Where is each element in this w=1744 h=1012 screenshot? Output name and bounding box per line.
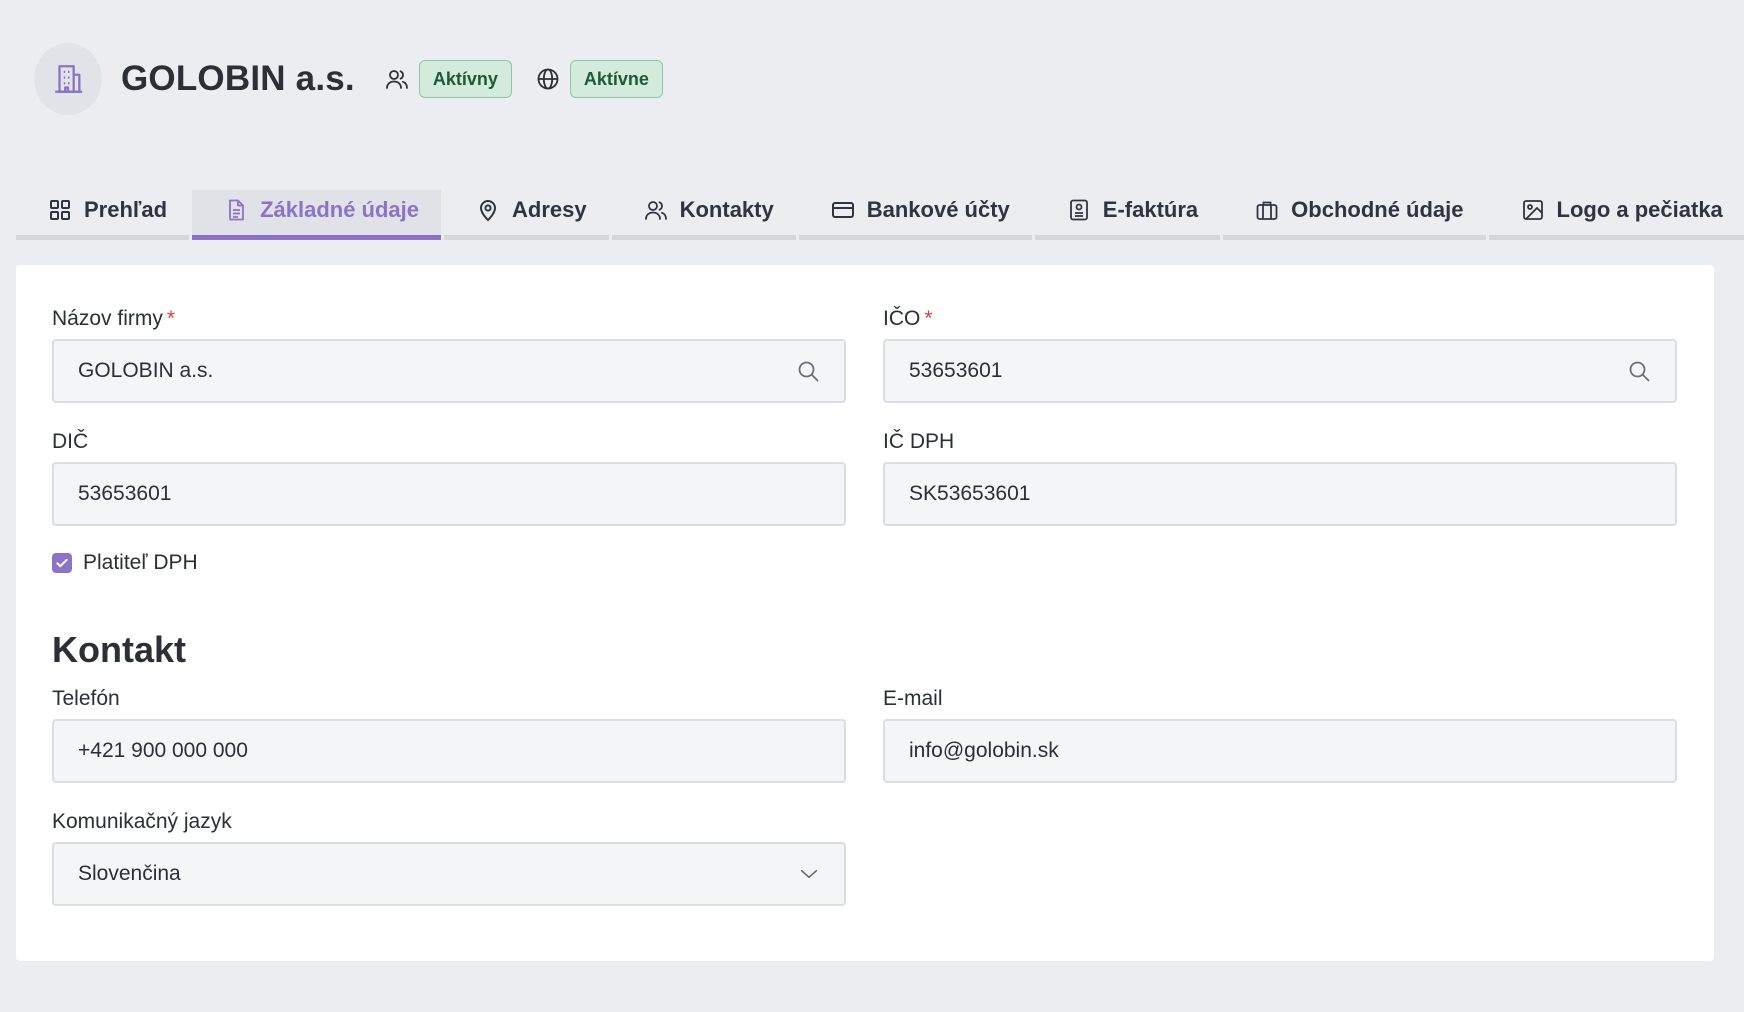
credit-card-icon — [831, 198, 855, 222]
input-value: info@golobin.sk — [909, 739, 1059, 762]
status-badge-active: Aktívny — [418, 60, 512, 98]
input-value: 53653601 — [78, 482, 172, 505]
input-value: SK53653601 — [909, 482, 1031, 505]
image-icon — [1521, 198, 1545, 222]
grid-icon — [48, 198, 72, 222]
company-name-label: Názov firmy * — [52, 307, 175, 331]
phone-label: Telefón — [52, 687, 120, 710]
ic-dph-input[interactable]: SK53653601 — [883, 462, 1677, 526]
basic-info-card: Názov firmy * GOLOBIN a.s. IČO * 53653601 … — [16, 265, 1714, 961]
page-title: GOLOBIN a.s. — [121, 59, 355, 98]
tab-obchodne-udaje[interactable]: Obchodné údaje — [1223, 190, 1486, 240]
tab-prehlad[interactable]: Prehľad — [16, 190, 190, 240]
vat-payer-checkbox[interactable] — [52, 553, 72, 573]
input-value: GOLOBIN a.s. — [78, 359, 214, 382]
document-icon — [224, 198, 248, 222]
vat-payer-row: Platiteľ DPH — [52, 551, 198, 575]
check-icon — [56, 558, 68, 568]
tab-e-faktura[interactable]: E-faktúra — [1034, 190, 1221, 240]
tab-label: Obchodné údaje — [1291, 196, 1464, 222]
required-mark: * — [166, 307, 176, 330]
tab-label: Logo a pečiatka — [1556, 196, 1723, 222]
vat-payer-label: Platiteľ DPH — [83, 551, 198, 574]
status-badge-web-active: Aktívne — [569, 60, 663, 98]
email-input[interactable]: info@golobin.sk — [883, 719, 1677, 783]
users-icon — [644, 198, 668, 222]
company-avatar — [34, 43, 102, 115]
tab-adresy[interactable]: Adresy — [444, 190, 609, 240]
phone-input[interactable]: +421 900 000 000 — [52, 719, 846, 783]
tab-label: Prehľad — [84, 196, 168, 222]
search-icon[interactable] — [1627, 359, 1651, 383]
users-icon — [385, 67, 409, 91]
input-value: 53653601 — [909, 359, 1003, 382]
select-value: Slovenčina — [78, 862, 181, 885]
company-name-input[interactable]: GOLOBIN a.s. — [52, 339, 846, 403]
tab-label: Adresy — [512, 196, 587, 222]
invoice-icon — [1067, 198, 1091, 222]
dic-label: DIČ — [52, 430, 89, 453]
tab-zakladne-udaje[interactable]: Základné údaje — [192, 190, 442, 240]
tab-bankove-ucty[interactable]: Bankové účty — [798, 190, 1032, 240]
globe-icon — [536, 67, 560, 91]
dic-input[interactable]: 53653601 — [52, 462, 846, 526]
label-text: IČO — [883, 307, 921, 330]
contact-section-title: Kontakt — [52, 629, 186, 670]
briefcase-icon — [1255, 198, 1279, 222]
map-pin-icon — [476, 198, 500, 222]
ic-dph-label: IČ DPH — [883, 430, 955, 453]
label-text: Názov firmy — [52, 307, 163, 330]
user-status: Aktívny — [385, 60, 512, 98]
tab-kontakty[interactable]: Kontakty — [611, 190, 796, 240]
tab-label: Kontakty — [679, 196, 774, 222]
input-value: +421 900 000 000 — [78, 739, 248, 762]
ico-label: IČO * — [883, 307, 933, 331]
language-select[interactable]: Slovenčina — [52, 842, 846, 906]
chevron-down-icon — [798, 863, 820, 885]
tab-bar: Prehľad Základné údaje Adresy Kontakty B… — [16, 190, 1744, 240]
ico-input[interactable]: 53653601 — [883, 339, 1677, 403]
building-icon — [51, 62, 85, 96]
language-label: Komunikačný jazyk — [52, 810, 232, 833]
web-status: Aktívne — [536, 60, 663, 98]
search-icon[interactable] — [796, 359, 820, 383]
email-label: E-mail — [883, 687, 943, 710]
tab-label: Bankové účty — [866, 196, 1010, 222]
tab-label: Základné údaje — [260, 196, 420, 222]
tab-label: E-faktúra — [1102, 196, 1199, 222]
page-header: GOLOBIN a.s. Aktívny Aktívne — [34, 43, 663, 115]
tab-logo-a-peciatka[interactable]: Logo a pečiatka — [1488, 190, 1744, 240]
required-mark: * — [924, 307, 933, 330]
